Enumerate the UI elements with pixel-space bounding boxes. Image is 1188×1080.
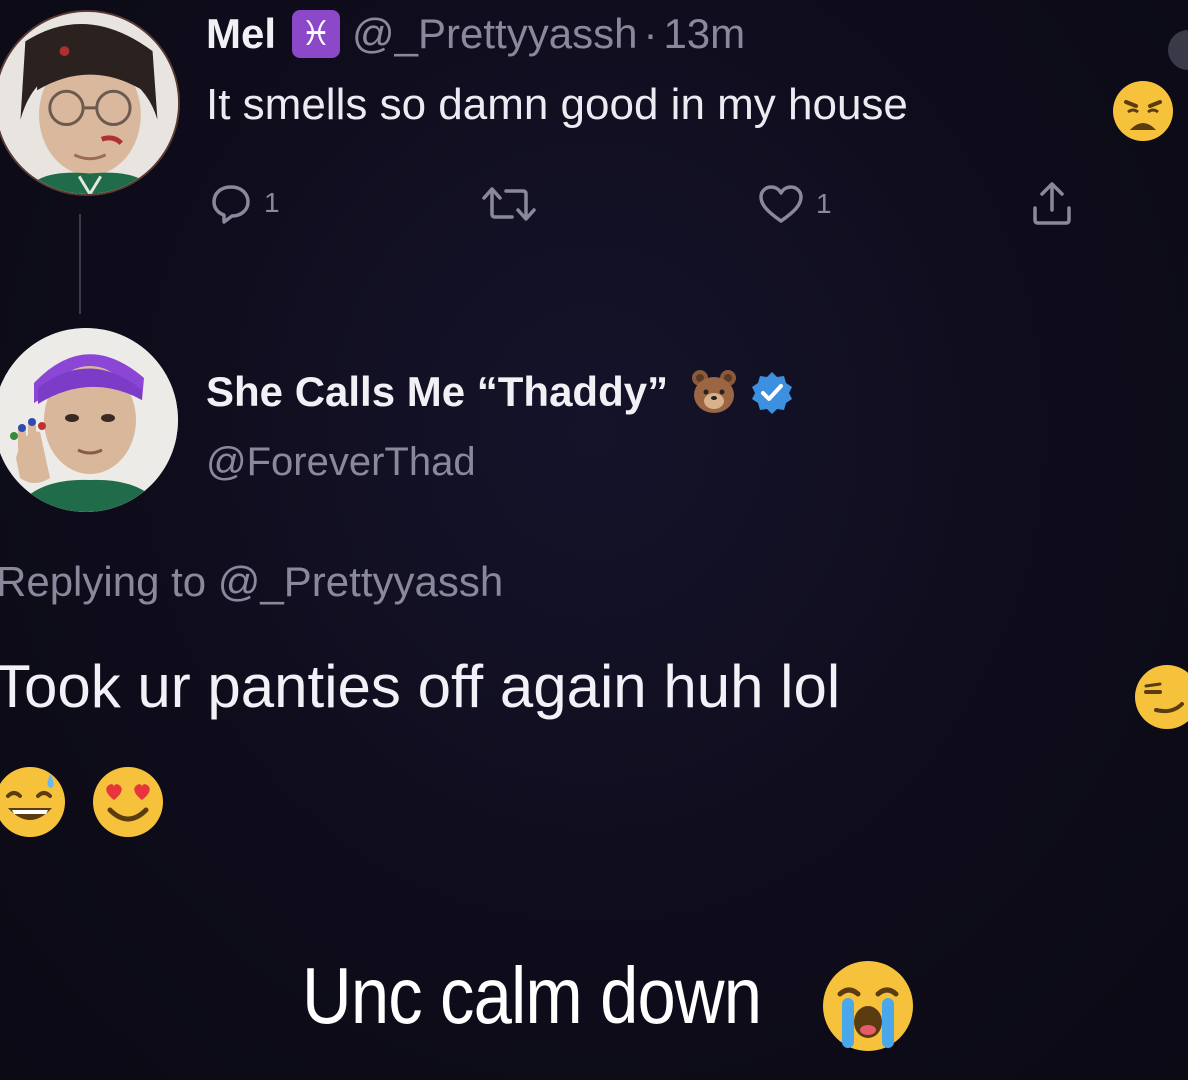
parent-tweet-text: It smells so damn good in my house xyxy=(206,80,908,129)
mel-avatar[interactable] xyxy=(0,10,180,196)
reply-tweet-handle[interactable]: @ForeverThad xyxy=(206,440,476,485)
like-action[interactable]: 1 xyxy=(758,184,832,224)
bear-face-icon xyxy=(690,368,738,416)
reply-action[interactable]: 1 xyxy=(210,182,280,224)
heart-icon xyxy=(759,185,803,223)
reply-tweet-text: Took ur panties off again huh lol xyxy=(0,653,841,720)
replying-to-line: Replying to @_Prettyyassh xyxy=(0,558,503,606)
caption-text: Unc calm down xyxy=(302,951,762,1040)
verified-badge-icon xyxy=(750,370,794,414)
retweet-action[interactable] xyxy=(478,184,540,224)
replying-to-label: Replying to xyxy=(0,558,207,605)
smiling-face-with-heart-eyes-icon xyxy=(92,766,164,838)
parent-tweet-header: Mel ♓ @_Prettyyassh · 13m xyxy=(206,4,745,64)
loudly-crying-face-icon xyxy=(822,960,914,1052)
weary-face-icon xyxy=(1112,80,1174,142)
reply-count: 1 xyxy=(264,187,280,218)
share-icon xyxy=(1033,182,1071,225)
parent-tweet-display-name[interactable]: Mel xyxy=(206,10,276,58)
smirking-face-icon xyxy=(1134,664,1188,730)
reply-icon xyxy=(212,185,250,224)
pisces-icon: ♓ xyxy=(292,10,341,58)
like-count: 1 xyxy=(816,188,832,219)
thad-avatar-image xyxy=(0,328,178,512)
reply-tweet-header: She Calls Me “Thaddy” xyxy=(206,368,794,416)
replying-to-handle-link[interactable]: @_Prettyyassh xyxy=(218,558,503,605)
header-separator: · xyxy=(643,10,658,57)
parent-tweet-timestamp[interactable]: 13m xyxy=(663,10,745,58)
grinning-face-with-sweat-icon xyxy=(0,766,66,838)
thad-avatar[interactable] xyxy=(0,328,178,512)
reply-tweet-display-name[interactable]: She Calls Me “Thaddy” xyxy=(206,368,668,416)
share-action[interactable] xyxy=(1030,180,1074,226)
retweet-icon xyxy=(482,187,536,221)
thread-connector-line xyxy=(79,214,81,314)
top-right-menu-dot xyxy=(1168,30,1188,70)
mel-avatar-image xyxy=(0,12,178,194)
parent-tweet-handle[interactable]: @_Prettyyassh xyxy=(352,10,637,58)
screenshot-canvas: Mel ♓ @_Prettyyassh · 13m It smells so d… xyxy=(0,0,1188,1080)
